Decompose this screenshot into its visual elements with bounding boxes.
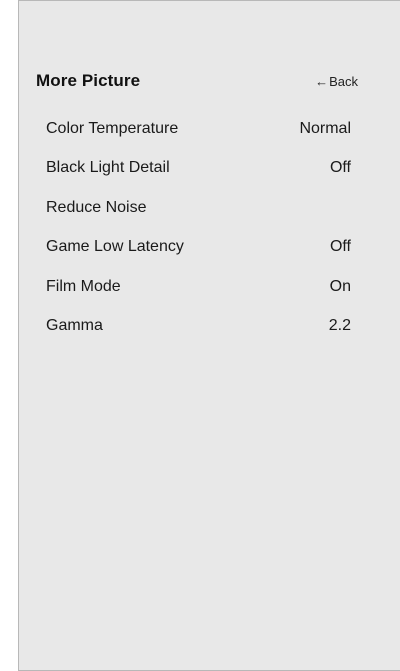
menu-item-game-low-latency[interactable]: Game Low Latency Off [46,236,351,263]
menu-item-label: Game Low Latency [46,238,184,256]
menu-item-color-temperature[interactable]: Color Temperature Normal [46,118,351,145]
menu-title: More Picture [36,71,141,90]
menu-item-value: Off [329,238,351,256]
menu-item-value: 2.2 [328,316,351,334]
menu-item-reduce-noise[interactable]: Reduce Noise [46,197,351,224]
menu-item-value: Normal [299,120,351,137]
menu-item-label: Color Temperature [46,120,179,137]
back-button[interactable]: ←Back [315,74,358,89]
menu-item-label: Black Light Detail [46,159,170,177]
back-arrow-icon: ← [315,74,329,89]
menu-item-gamma[interactable]: Gamma 2.2 [46,315,351,342]
menu-list: Color Temperature Normal Black Light Det… [46,118,351,354]
menu-item-value: On [329,277,351,295]
menu-item-black-light-detail[interactable]: Black Light Detail Off [46,157,351,184]
menu-item-label: Film Mode [46,277,121,295]
settings-panel: More Picture ←Back Color Temperature Nor… [18,0,400,671]
menu-item-value: Off [329,159,351,177]
menu-item-film-mode[interactable]: Film Mode On [46,276,351,303]
menu-item-label: Gamma [46,316,103,334]
back-label: Back [329,74,358,89]
menu-item-label: Reduce Noise [46,198,147,216]
menu-header: More Picture ←Back [36,71,358,93]
